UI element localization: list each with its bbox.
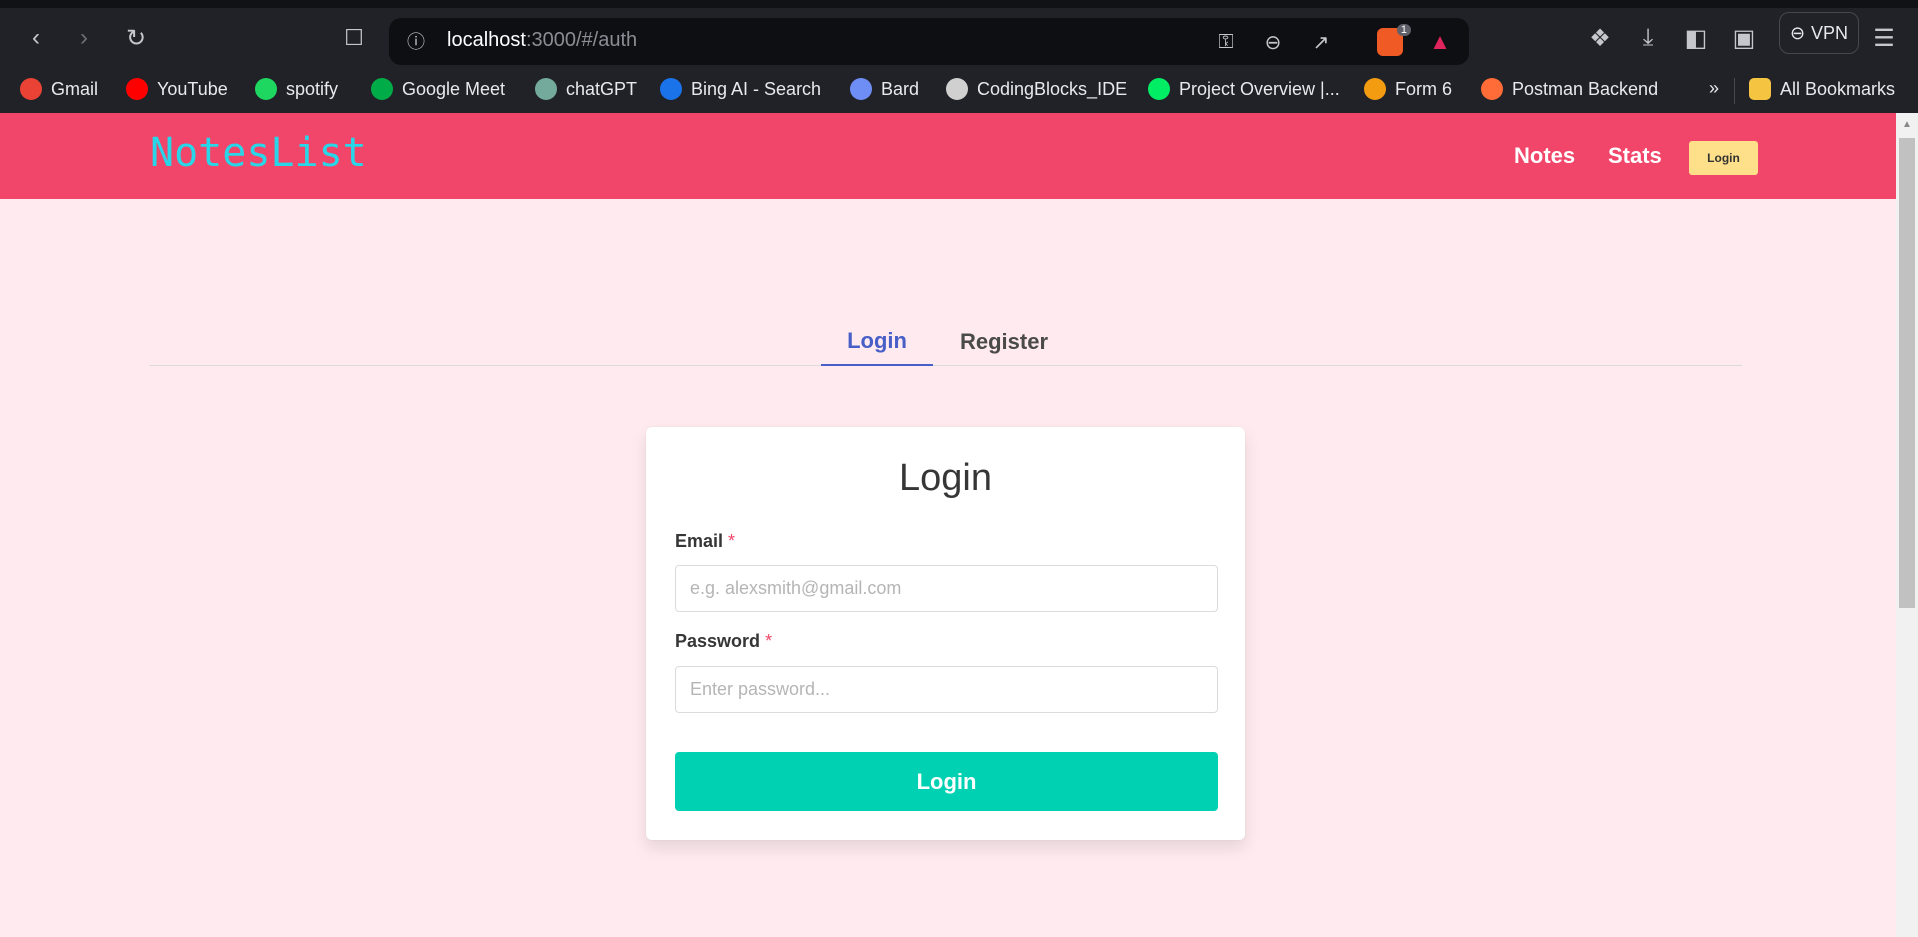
zoom-out-icon[interactable]: ⊖ xyxy=(1259,28,1287,56)
required-mark: * xyxy=(728,531,736,551)
bookmark-favicon-icon xyxy=(20,78,42,100)
bookmark-favicon-icon xyxy=(255,78,277,100)
form-title: Login xyxy=(899,457,992,499)
bookmark-item[interactable]: Postman Backend xyxy=(1481,78,1658,100)
url-host: localhost xyxy=(447,29,526,51)
email-label-text: Email xyxy=(675,531,724,551)
sidebar-icon[interactable]: ◧ xyxy=(1680,22,1712,54)
bookmark-label: Google Meet xyxy=(402,78,506,99)
login-submit-button[interactable]: Login xyxy=(675,752,1218,811)
bookmark-label: YouTube xyxy=(157,78,228,99)
bookmark-item[interactable]: CodingBlocks_IDE xyxy=(946,78,1127,100)
bookmark-favicon-icon xyxy=(1364,78,1386,100)
bookmark-item[interactable]: Project Overview |... xyxy=(1148,78,1340,100)
tab-login[interactable]: Login xyxy=(821,318,933,366)
brave-rewards-icon[interactable]: ▲ xyxy=(1427,28,1453,56)
overflow-label: » xyxy=(1709,78,1720,98)
bookmark-label: Gmail xyxy=(51,78,99,99)
bookmark-icon[interactable]: ☐ xyxy=(336,20,372,56)
bookmark-item[interactable]: YouTube xyxy=(126,78,228,100)
email-label: Email * xyxy=(675,531,735,552)
bookmark-favicon-icon xyxy=(660,78,682,100)
download-icon[interactable]: ⤓ xyxy=(1632,22,1664,54)
app-logo[interactable]: NotesList xyxy=(150,130,367,176)
bookmark-favicon-icon xyxy=(535,78,557,100)
bookmark-item[interactable]: Google Meet xyxy=(371,78,505,100)
all-bookmarks[interactable]: All Bookmarks xyxy=(1749,78,1895,100)
address-bar[interactable]: ⓘ localhost:3000/#/auth ⚿ ⊖ ↗ 1 ▲ xyxy=(389,18,1469,65)
bookmark-favicon-icon xyxy=(1148,78,1170,100)
scroll-up-icon[interactable]: ▲ xyxy=(1902,119,1912,130)
bookmark-label: chatGPT xyxy=(566,78,638,99)
email-input[interactable] xyxy=(675,565,1218,612)
bookmark-label: Form 6 xyxy=(1395,78,1453,99)
forward-icon[interactable]: › xyxy=(66,20,102,56)
bookmark-item[interactable]: Bard xyxy=(850,78,919,100)
bookmark-item[interactable]: chatGPT xyxy=(535,78,637,100)
bookmark-item[interactable]: Form 6 xyxy=(1364,78,1452,100)
url-path: :3000/#/auth xyxy=(525,29,638,51)
menu-icon[interactable]: ☰ xyxy=(1868,22,1900,54)
extensions-icon[interactable]: ❖ xyxy=(1584,22,1616,54)
vpn-label: VPN xyxy=(1811,22,1849,43)
bookmark-favicon-icon xyxy=(850,78,872,100)
nav-stats[interactable]: Stats xyxy=(1608,143,1662,169)
bookmark-label: Project Overview |... xyxy=(1179,78,1340,99)
bookmark-favicon-icon xyxy=(946,78,968,100)
key-icon[interactable]: ⚿ xyxy=(1212,28,1240,56)
bookmark-label: Bard xyxy=(881,78,920,99)
share-icon[interactable]: ↗ xyxy=(1307,28,1335,56)
wallet-icon[interactable]: ▣ xyxy=(1728,22,1760,54)
url-text[interactable]: localhost:3000/#/auth xyxy=(447,29,637,52)
password-input[interactable] xyxy=(675,666,1218,713)
vpn-button[interactable]: ⊖ VPN xyxy=(1779,12,1859,54)
divider xyxy=(1734,78,1735,104)
bookmark-favicon-icon xyxy=(126,78,148,100)
login-card: Login Email * Password * Login xyxy=(646,427,1245,840)
site-info-icon[interactable]: ⓘ xyxy=(403,28,429,54)
brave-shields-icon[interactable]: 1 xyxy=(1377,24,1411,56)
bookmark-label: CodingBlocks_IDE xyxy=(977,78,1128,99)
header-login-button[interactable]: Login xyxy=(1689,141,1758,175)
back-icon[interactable]: ‹ xyxy=(18,20,54,56)
bookmark-favicon-icon xyxy=(1481,78,1503,100)
browser-tab-strip xyxy=(0,0,1918,8)
bookmark-item[interactable]: spotify xyxy=(255,78,338,100)
bookmark-overflow[interactable]: » xyxy=(1709,78,1719,99)
shields-count: 1 xyxy=(1396,24,1411,36)
bookmark-item[interactable]: Bing AI - Search xyxy=(660,78,821,100)
app-header: NotesList Notes Stats Login xyxy=(0,113,1896,199)
bookmarks-bar: » All Bookmarks Gmail YouTube spotify Googl… xyxy=(0,68,1918,113)
nav-notes[interactable]: Notes xyxy=(1514,143,1575,169)
bookmark-favicon-icon xyxy=(371,78,393,100)
bookmark-label: Postman Backend xyxy=(1512,78,1659,99)
auth-tabs: Login Register xyxy=(149,318,1742,366)
vpn-status-icon: ⊖ xyxy=(1789,22,1806,43)
password-label-text: Password xyxy=(675,631,761,651)
bookmark-item[interactable]: Gmail xyxy=(20,78,98,100)
bookmark-label: Bing AI - Search xyxy=(691,78,822,99)
all-bookmarks-label: All Bookmarks xyxy=(1780,78,1896,99)
required-mark: * xyxy=(765,631,773,651)
browser-toolbar: ‹ › ↻ ☐ ⓘ localhost:3000/#/auth ⚿ ⊖ ↗ 1 … xyxy=(0,8,1918,68)
page-scrollbar[interactable]: ▲ xyxy=(1896,113,1918,937)
scrollbar-thumb[interactable] xyxy=(1899,138,1915,608)
password-label: Password * xyxy=(675,631,772,652)
tab-register[interactable]: Register xyxy=(939,318,1069,366)
folder-icon xyxy=(1749,78,1771,100)
reload-icon[interactable]: ↻ xyxy=(118,20,154,56)
bookmark-label: spotify xyxy=(286,78,339,99)
